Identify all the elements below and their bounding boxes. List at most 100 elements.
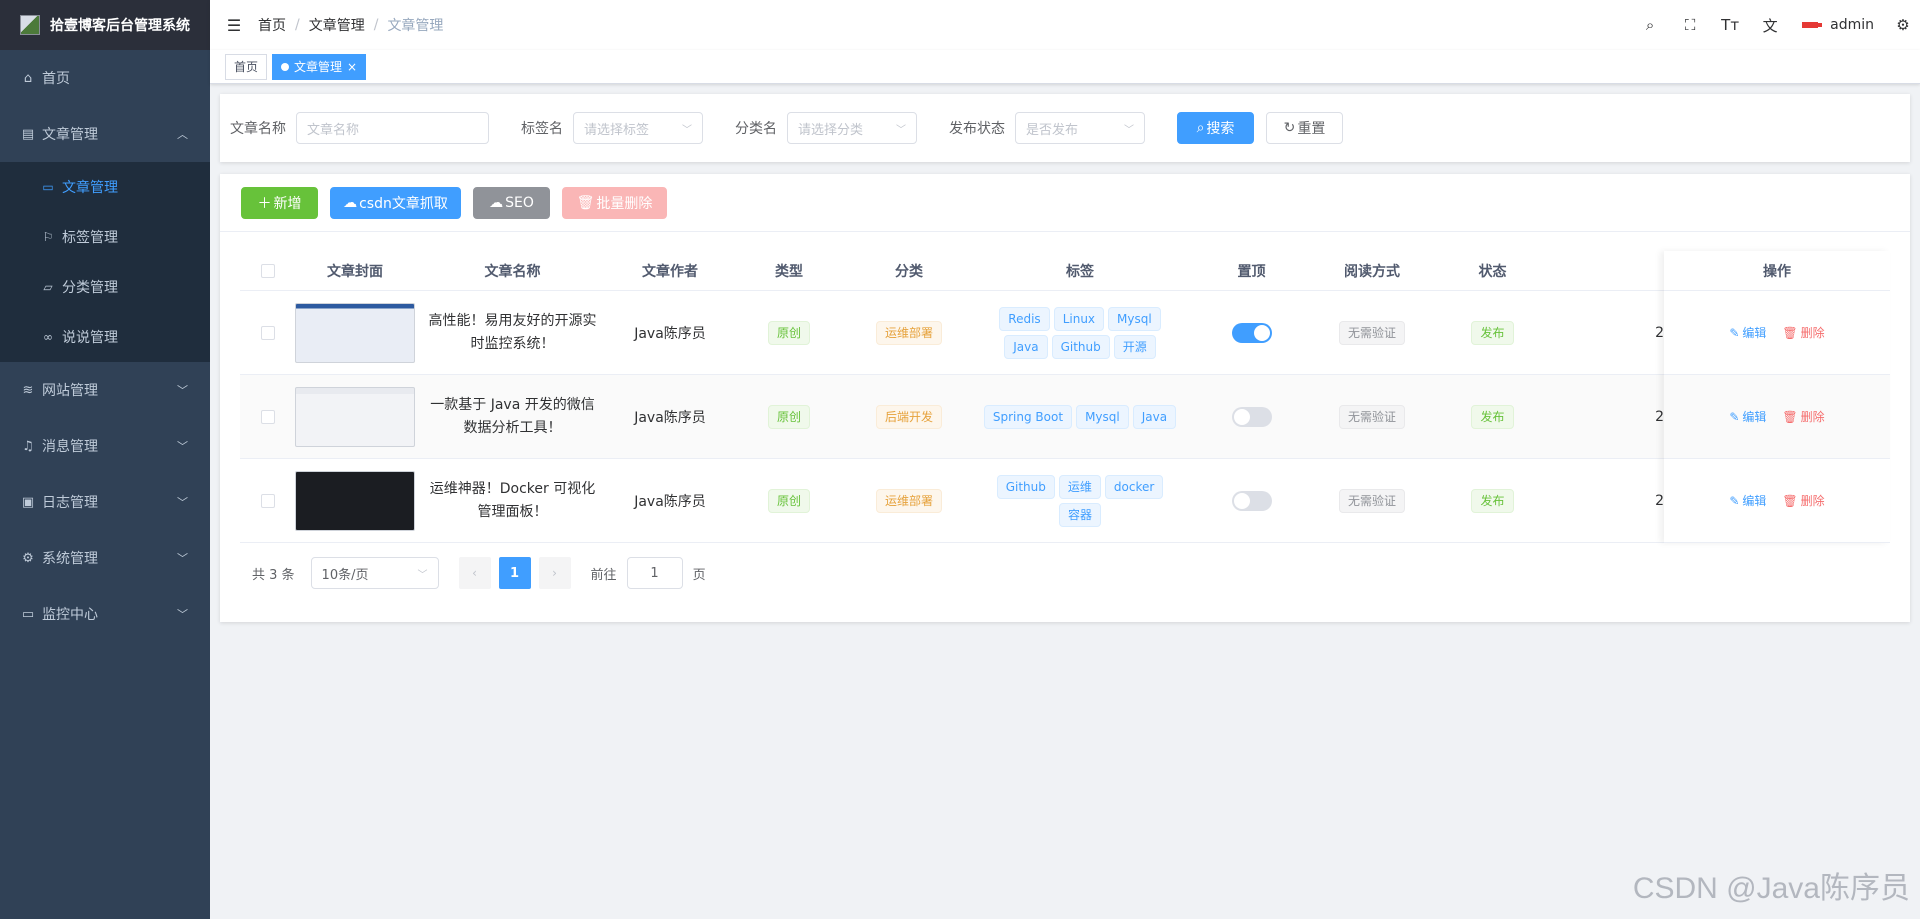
tag-badge: Spring Boot (983, 404, 1073, 429)
column-header: 操作 (1763, 263, 1791, 280)
title-input[interactable]: 文章名称 (296, 112, 489, 144)
article-table-card: ＋ 新增 ☁ csdn文章抓取 ☁ SEO 🗑 批量删除 文章封面 文章名称 文… (220, 174, 1910, 622)
batch-delete-button[interactable]: 🗑 批量删除 (562, 186, 667, 219)
status-badge: 发布 (1471, 320, 1514, 345)
sidebar-item-system[interactable]: ⚙ 系统管理 ﹀ (0, 530, 210, 586)
tag-badge: Mysql (1108, 306, 1161, 331)
category-select[interactable]: 请选择分类 ﹀ (787, 112, 917, 144)
document-icon: ▭ (42, 180, 54, 194)
sidebar-item-home[interactable]: ⌂ 首页 (0, 50, 210, 106)
hamburger-icon[interactable]: ☰ (210, 16, 258, 35)
right-menu: ⌕ ⛶ Tт 文 admin ⚙ (1630, 0, 1920, 50)
actions-cell: ✎ 编辑 🗑 删除 (1664, 375, 1890, 458)
status-label: 发布状态 (949, 121, 1005, 137)
breadcrumb-item[interactable]: 文章管理 (309, 15, 365, 35)
username[interactable]: admin (1830, 17, 1874, 33)
top-switch[interactable] (1231, 490, 1272, 511)
breadcrumb-item[interactable]: 首页 (258, 15, 286, 35)
delete-label: 删除 (1800, 494, 1825, 508)
read-mode-badge: 无需验证 (1338, 488, 1405, 513)
gear-icon: ⚙ (22, 550, 34, 566)
breadcrumb-item-current: 文章管理 (387, 18, 444, 34)
seo-button[interactable]: ☁ SEO (473, 186, 550, 219)
tab-articles[interactable]: 文章管理 × (272, 53, 367, 80)
sidebar-item-label: 日志管理 (42, 495, 98, 511)
goto-page-input[interactable]: 1 (626, 557, 683, 589)
sidebar-item-label: 文章管理 (42, 127, 98, 143)
chevron-down-icon: ﹀ (177, 496, 188, 509)
row-checkbox[interactable] (260, 493, 275, 508)
edit-icon: ✎ (1729, 493, 1740, 508)
sidebar-item-logs[interactable]: ▣ 日志管理 ﹀ (0, 474, 210, 530)
refresh-icon: ↻ (1283, 120, 1296, 136)
row-checkbox[interactable] (260, 325, 275, 340)
page-size-select[interactable]: 10条/页 ﹀ (310, 557, 439, 589)
top-switch[interactable] (1231, 322, 1272, 343)
documents-icon: ▤ (21, 126, 35, 142)
reset-button[interactable]: ↻ 重置 (1266, 112, 1343, 144)
row-checkbox-cell (240, 375, 295, 458)
article-cover-image[interactable] (295, 470, 415, 531)
tag-badge: 容器 (1058, 502, 1101, 527)
prev-page-button[interactable]: ‹ (458, 557, 491, 589)
sidebar-item-tags[interactable]: ⚐ 标签管理 (0, 212, 210, 262)
sidebar-item-label: 首页 (42, 71, 70, 87)
monitor-icon: ▭ (21, 606, 35, 622)
sidebar-item-website[interactable]: ≋ 网站管理 ﹀ (0, 362, 210, 418)
edit-button[interactable]: ✎ 编辑 (1729, 408, 1766, 425)
tag-select[interactable]: 请选择标签 ﹀ (573, 112, 703, 144)
article-cover-image[interactable] (295, 386, 415, 447)
chevron-down-icon: ﹀ (177, 608, 188, 621)
goto-page-value: 1 (650, 565, 659, 581)
delete-button[interactable]: 🗑 删除 (1782, 408, 1824, 425)
close-icon[interactable]: × (347, 55, 357, 79)
article-cover-image[interactable] (295, 302, 415, 363)
sidebar-item-moments[interactable]: ∞ 说说管理 (0, 312, 210, 362)
add-button[interactable]: ＋ 新增 (241, 186, 318, 219)
edit-button[interactable]: ✎ 编辑 (1729, 324, 1766, 341)
next-page-button[interactable]: › (538, 557, 571, 589)
delete-button[interactable]: 🗑 删除 (1782, 492, 1824, 509)
page-number-current[interactable]: 1 (498, 557, 531, 589)
chevron-down-icon: ﹀ (682, 124, 692, 136)
sidebar-item-messages[interactable]: ♫ 消息管理 ﹀ (0, 418, 210, 474)
sidebar-item-categories[interactable]: ▱ 分类管理 (0, 262, 210, 312)
plus-icon: ＋ (257, 195, 272, 212)
search-button[interactable]: ⌕ 搜索 (1177, 112, 1254, 144)
read-mode-badge: 无需验证 (1338, 404, 1405, 429)
row-checkbox[interactable] (260, 409, 275, 424)
sidebar-item-monitor[interactable]: ▭ 监控中心 ﹀ (0, 586, 210, 642)
tag-badge: 运维 (1058, 474, 1101, 499)
fullscreen-icon[interactable]: ⛶ (1670, 16, 1710, 34)
row-checkbox-cell (240, 291, 295, 374)
sidebar-item-article-group[interactable]: ▤ 文章管理 ︿ (0, 106, 210, 162)
top-switch[interactable] (1231, 406, 1272, 427)
pagination-total: 共 3 条 (252, 567, 295, 583)
actions-cell: ✎ 编辑 🗑 删除 (1664, 459, 1890, 542)
delete-button[interactable]: 🗑 删除 (1782, 324, 1824, 341)
category-badge: 运维部署 (875, 320, 942, 345)
column-header: 分类 (895, 263, 923, 280)
search-icon[interactable]: ⌕ (1630, 16, 1670, 34)
brand[interactable]: 拾壹博客后台管理系统 (0, 0, 210, 50)
column-header: 文章封面 (327, 263, 383, 280)
tag-badge: 开源 (1113, 334, 1156, 359)
breadcrumb: 首页 / 文章管理 / 文章管理 (258, 15, 443, 35)
csdn-crawl-button[interactable]: ☁ csdn文章抓取 (330, 186, 461, 219)
select-all-checkbox[interactable] (260, 263, 275, 278)
type-badge: 原创 (767, 488, 810, 513)
trash-icon: 🗑 (1782, 493, 1798, 508)
status-select[interactable]: 是否发布 ﹀ (1015, 112, 1145, 144)
chevron-down-icon: ﹀ (896, 124, 906, 136)
settings-icon[interactable]: ⚙ (1886, 16, 1920, 34)
category-cell: 后端开发 (848, 375, 970, 458)
language-icon[interactable]: 文 (1750, 15, 1790, 36)
avatar[interactable] (1802, 22, 1823, 28)
edit-button[interactable]: ✎ 编辑 (1729, 492, 1766, 509)
navbar: ☰ 首页 / 文章管理 / 文章管理 ⌕ ⛶ Tт 文 admin ⚙ (210, 0, 1920, 50)
page-suffix: 页 (692, 567, 706, 583)
font-size-icon[interactable]: Tт (1710, 16, 1750, 34)
tab-home[interactable]: 首页 (225, 53, 268, 80)
sidebar-item-articles[interactable]: ▭ 文章管理 (0, 162, 210, 212)
tags-cell: Redis Linux Mysql Java Github 开源 (970, 291, 1190, 374)
